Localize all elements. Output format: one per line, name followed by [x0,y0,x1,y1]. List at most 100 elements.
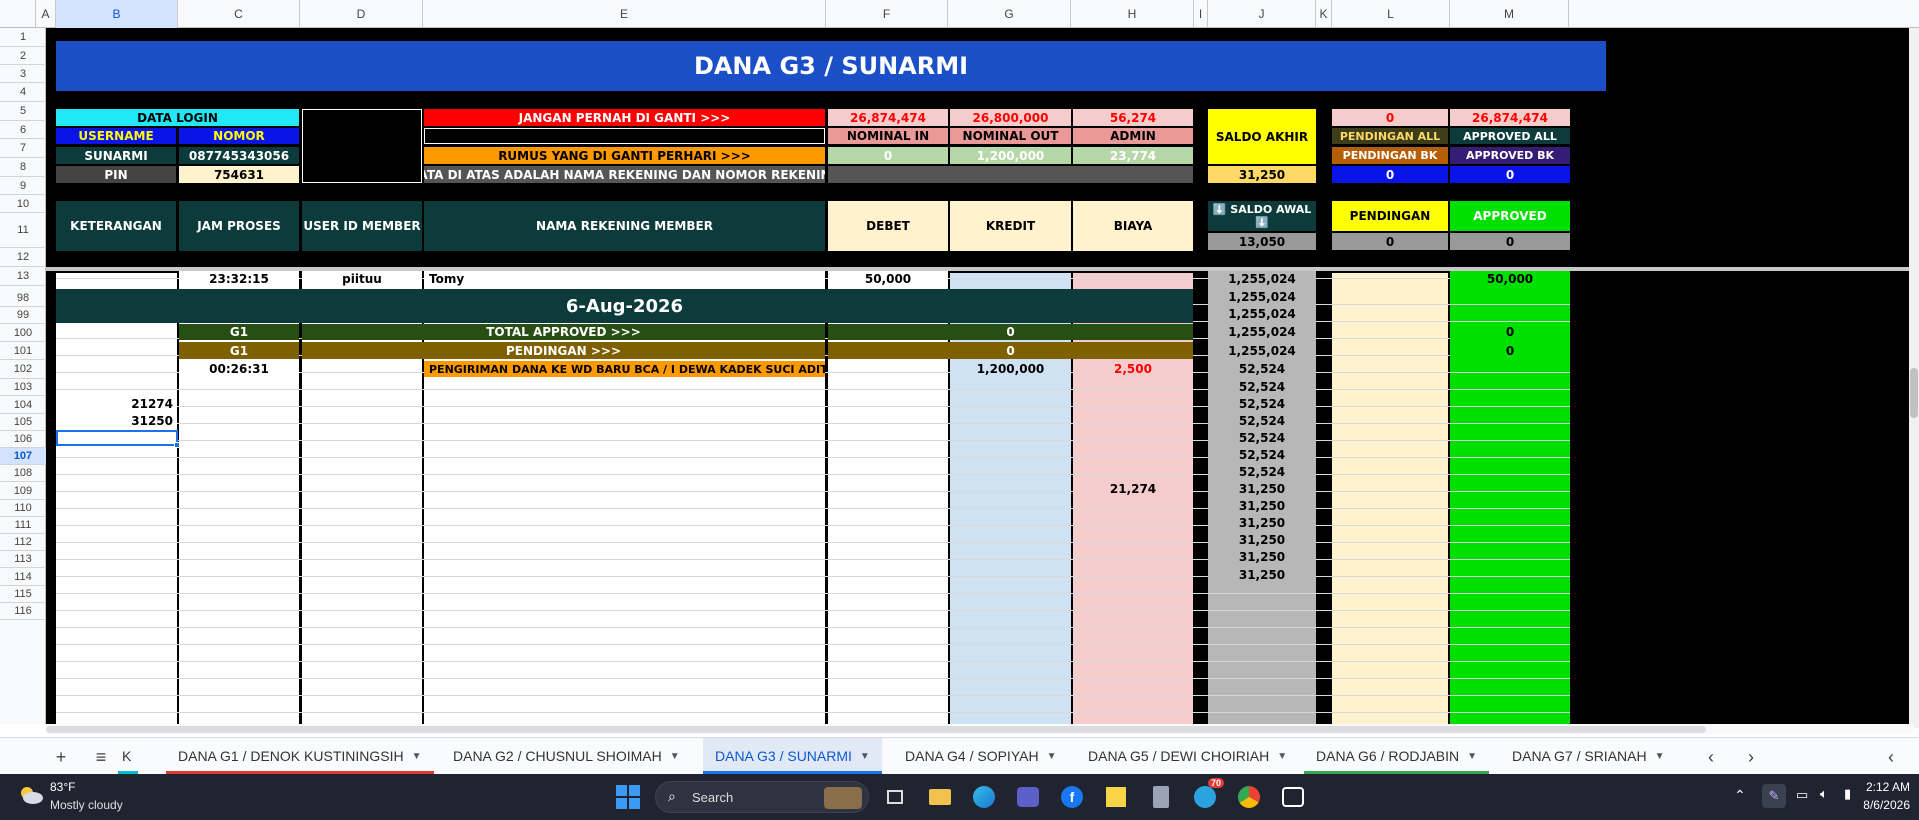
row-header[interactable]: 113 [0,551,46,568]
spreadsheet-grid[interactable]: DANA G3 / SUNARMI DATA LOGIN USERNAME NO… [46,28,1914,724]
row-header[interactable]: 2 [0,47,46,65]
row-header[interactable]: 6 [0,121,46,139]
weather-cloud-icon[interactable] [18,784,44,806]
row-header[interactable]: 98 [0,290,46,307]
row-header[interactable]: 111 [0,517,46,534]
add-sheet-button[interactable]: + [48,744,74,770]
approved-label[interactable]: APPROVED [1450,201,1570,231]
approved-value[interactable]: 0 [1450,233,1570,250]
telegram-icon[interactable]: 70 [1190,778,1224,812]
nominal-out-label[interactable]: NOMINAL OUT [950,128,1071,144]
saldo-cell[interactable]: 52,524 [1208,464,1316,480]
row-header[interactable]: 102 [0,360,46,379]
row-header[interactable]: 110 [0,500,46,517]
weather-description[interactable]: Mostly cloudy [50,798,123,812]
r105-keterangan[interactable]: 21274 [56,396,177,412]
data-login-header[interactable]: DATA LOGIN [56,109,299,126]
saldo-cell[interactable]: 52,524 [1208,379,1316,395]
r98-jam[interactable]: 23:32:15 [179,271,299,287]
daily-admin-value[interactable]: 23,774 [1073,147,1193,164]
horizontal-scroll-thumb[interactable] [46,726,1706,733]
tab-menu-caret-icon[interactable]: ▼ [1277,751,1287,762]
saldo-cell[interactable]: 52,524 [1208,396,1316,412]
col-header-f[interactable]: F [826,0,948,28]
saldo-cell[interactable]: 52,524 [1208,413,1316,429]
saldo-cell[interactable]: 31,250 [1208,532,1316,548]
row-header[interactable]: 5 [0,102,46,121]
col-header-m[interactable]: M [1450,0,1569,28]
vertical-scrollbar[interactable] [1909,28,1919,728]
th-keterangan[interactable]: KETERANGAN [56,201,176,251]
row-header[interactable]: 116 [0,603,46,620]
blank-note[interactable] [424,128,825,144]
horizontal-scrollbar[interactable] [46,724,1914,734]
saldo-awal-value[interactable]: 13,050 [1208,233,1316,250]
approved-bk-value[interactable]: 0 [1450,166,1570,183]
pin-label[interactable]: PIN [56,166,176,183]
row-header[interactable]: 9 [0,177,46,195]
username-label[interactable]: USERNAME [56,128,176,144]
saldo-cell[interactable]: 52,524 [1208,361,1316,377]
sticky-notes-icon[interactable] [1101,782,1131,812]
col-header-h[interactable]: H [1071,0,1194,28]
admin-total[interactable]: 56,274 [1073,109,1193,126]
row-header[interactable]: 114 [0,568,46,586]
r101-approved[interactable]: 0 [1450,324,1570,340]
selection-handle[interactable] [174,442,180,448]
pending-bk-value[interactable]: 0 [1332,166,1448,183]
nominal-in-label[interactable]: NOMINAL IN [828,128,948,144]
blank-cell-d[interactable] [302,109,422,183]
r103-kredit[interactable]: 1,200,000 [950,361,1071,377]
col-header-b[interactable]: B [56,0,178,28]
approved-bk-label[interactable]: APPROVED BK [1450,147,1570,164]
row-header[interactable]: 108 [0,465,46,482]
file-explorer-icon[interactable] [925,782,955,812]
collapse-sidebar-icon[interactable]: ‹ [1878,744,1904,770]
date-banner[interactable]: 6-Aug-2026 [56,289,1193,323]
sheet-tab-g3[interactable]: DANA G3 / SUNARMI ▼ [703,738,882,774]
account-info-note[interactable]: DATA DI ATAS ADALAH NAMA REKENING DAN NO… [424,166,825,183]
saldo-akhir-label[interactable]: SALDO AKHIR [1208,109,1316,164]
th-nama-rekening[interactable]: NAMA REKENING MEMBER [424,201,825,251]
saldo-cell[interactable]: 1,255,024 [1208,271,1316,287]
pin-value[interactable]: 754631 [179,166,299,183]
gray-bar[interactable] [828,166,1193,183]
edge-browser-icon[interactable] [969,782,999,812]
vertical-scroll-thumb[interactable] [1910,368,1918,418]
tab-menu-caret-icon[interactable]: ▼ [670,751,680,762]
saldo-cell[interactable]: 1,255,024 [1208,306,1316,322]
app-hub-icon[interactable] [1278,782,1308,812]
r102-approved[interactable]: 0 [1450,342,1570,359]
r110-biaya[interactable]: 21,274 [1073,481,1193,497]
saldo-cell[interactable]: 31,250 [1208,567,1316,583]
r101-value[interactable]: 0 [828,324,1193,340]
tab-menu-caret-icon[interactable]: ▼ [1467,751,1477,762]
saldo-cell[interactable]: 31,250 [1208,498,1316,514]
scroll-tabs-left-icon[interactable]: ‹ [1698,744,1724,770]
facebook-icon[interactable]: f [1057,782,1087,812]
nomor-label[interactable]: NOMOR [179,128,299,144]
row-header[interactable]: 11 [0,213,46,248]
th-biaya[interactable]: BIAYA [1073,201,1193,251]
sheet-tab-g7[interactable]: DANA G7 / SRIANAH ▼ [1500,738,1677,774]
teams-icon[interactable] [1013,782,1043,812]
row-header[interactable]: 105 [0,414,46,431]
pending-bk-label[interactable]: PENDINGAN BK [1332,147,1448,164]
pending-all-label[interactable]: PENDINGAN ALL [1332,128,1448,144]
tab-menu-caret-icon[interactable]: ▼ [1655,751,1665,762]
task-view-icon[interactable] [880,782,910,812]
r103-biaya[interactable]: 2,500 [1073,361,1193,377]
th-debet[interactable]: DEBET [828,201,948,251]
scroll-tabs-right-icon[interactable]: › [1738,744,1764,770]
r98-debet[interactable]: 50,000 [828,271,948,287]
col-header-e[interactable]: E [423,0,826,28]
sheet-tab-partial[interactable]: K [118,738,138,774]
saldo-awal-label[interactable]: ⬇️ SALDO AWAL ⬇️ [1208,201,1316,231]
th-jam-proses[interactable]: JAM PROSES [179,201,299,251]
sheet-tab-g4[interactable]: DANA G4 / SOPIYAH ▼ [893,738,1068,774]
r102-label[interactable]: PENDINGAN >>> [302,342,825,359]
calculator-icon[interactable] [1146,782,1176,812]
sheet-tab-g1[interactable]: DANA G1 / DENOK KUSTININGSIH ▼ [166,738,434,774]
th-user-id[interactable]: USER ID MEMBER [302,201,422,251]
sheet-tab-g5[interactable]: DANA G5 / DEWI CHOIRIAH ▼ [1076,738,1299,774]
